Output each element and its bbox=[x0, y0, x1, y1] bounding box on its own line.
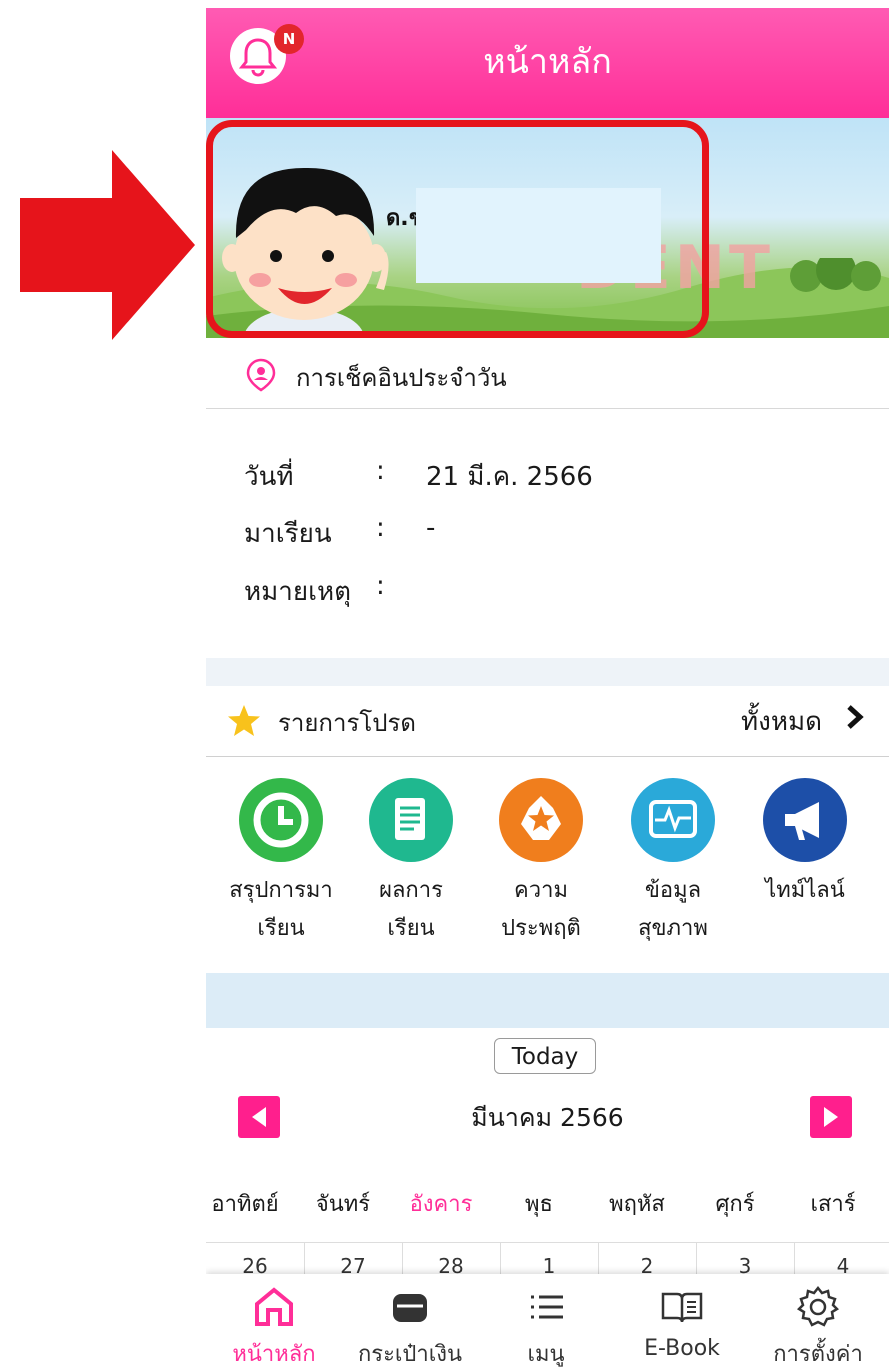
page-title: หน้าหลัก bbox=[483, 42, 612, 82]
weekday-friday: ศุกร์ bbox=[715, 1192, 755, 1217]
bottom-navigation: หน้าหลัก กระเป๋าเงิน เมนู E-Book การตั้ง… bbox=[206, 1274, 889, 1370]
attendance-label: มาเรียน bbox=[244, 519, 332, 549]
weekday-monday: จันทร์ bbox=[315, 1192, 371, 1217]
next-month-button[interactable] bbox=[810, 1096, 852, 1138]
note-label: หมายเหตุ bbox=[244, 577, 352, 607]
favorite-behavior[interactable]: ความประพฤติ bbox=[476, 778, 606, 948]
chevron-right-icon[interactable] bbox=[844, 704, 866, 730]
nav-wallet-label: กระเป๋าเงิน bbox=[357, 1342, 463, 1367]
nav-ebook-label: E-Book bbox=[644, 1336, 720, 1361]
favorite-grades[interactable]: ผลการเรียน bbox=[346, 778, 476, 948]
weekday-tuesday: อังคาร bbox=[409, 1192, 473, 1217]
favorite-label-line1: สรุปการมา bbox=[229, 878, 333, 903]
nav-menu-label: เมนู bbox=[527, 1342, 565, 1367]
gear-icon bbox=[796, 1285, 840, 1327]
favorites-see-all-link[interactable]: ทั้งหมด bbox=[741, 701, 822, 742]
nav-menu[interactable]: เมนู bbox=[478, 1274, 614, 1370]
favorite-label-line2: เรียน bbox=[257, 916, 305, 941]
megaphone-icon bbox=[763, 778, 847, 862]
section-divider-2 bbox=[206, 973, 889, 1028]
weekday-sunday: อาทิตย์ bbox=[211, 1192, 279, 1217]
star-badge-icon bbox=[499, 778, 583, 862]
favorite-label-line2: เรียน bbox=[387, 916, 435, 941]
favorite-label-line1: ไทม์ไลน์ bbox=[765, 878, 845, 903]
home-icon bbox=[255, 1287, 293, 1326]
weekday-thursday: พฤหัส bbox=[609, 1192, 665, 1217]
document-icon bbox=[369, 778, 453, 862]
note-colon: : bbox=[376, 571, 385, 601]
heartbeat-monitor-icon bbox=[631, 778, 715, 862]
highlight-box bbox=[206, 120, 709, 338]
menu-list-icon bbox=[531, 1295, 563, 1319]
date-label: วันที่ bbox=[244, 462, 294, 492]
weekday-saturday: เสาร์ bbox=[810, 1192, 856, 1217]
phone-screen: N หน้าหลัก DENT ด.ช. การเช็คอินประจำวัน … bbox=[206, 8, 889, 1370]
annotation-arrow-icon bbox=[20, 150, 195, 340]
favorite-timeline[interactable]: ไทม์ไลน์ bbox=[740, 778, 870, 910]
attendance-value: - bbox=[426, 513, 436, 543]
nav-wallet[interactable]: กระเป๋าเงิน bbox=[342, 1274, 478, 1370]
nav-settings-label: การตั้งค่า bbox=[773, 1342, 863, 1367]
app-bar: N หน้าหลัก bbox=[206, 8, 889, 118]
wallet-icon bbox=[393, 1294, 427, 1322]
favorite-label-line1: ข้อมูล bbox=[644, 878, 702, 903]
date-colon: : bbox=[376, 456, 385, 486]
calendar-grid-line bbox=[206, 1242, 889, 1243]
nav-ebook[interactable]: E-Book bbox=[614, 1274, 750, 1370]
favorite-label-line1: ความ bbox=[514, 878, 568, 903]
nav-home[interactable]: หน้าหลัก bbox=[206, 1274, 342, 1370]
favorite-label-line2: สุขภาพ bbox=[638, 916, 708, 941]
attendance-colon: : bbox=[376, 513, 385, 543]
nav-settings[interactable]: การตั้งค่า bbox=[750, 1274, 886, 1370]
triangle-right-icon bbox=[824, 1107, 838, 1127]
star-icon bbox=[228, 705, 260, 736]
location-pin-icon bbox=[246, 358, 276, 392]
favorites-title: รายการโปรด bbox=[278, 709, 416, 737]
calendar-month-label: มีนาคม 2566 bbox=[471, 1103, 624, 1132]
favorite-label-line1: ผลการ bbox=[379, 878, 443, 903]
date-value: 21 มี.ค. 2566 bbox=[426, 462, 593, 492]
nav-home-label: หน้าหลัก bbox=[232, 1342, 316, 1367]
clock-icon bbox=[239, 778, 323, 862]
favorite-health[interactable]: ข้อมูลสุขภาพ bbox=[608, 778, 738, 948]
section-divider bbox=[206, 658, 889, 686]
weekday-wednesday: พุธ bbox=[525, 1192, 553, 1217]
book-icon bbox=[661, 1292, 703, 1323]
favorite-label-line2: ประพฤติ bbox=[501, 916, 581, 941]
today-button[interactable]: Today bbox=[494, 1038, 596, 1074]
checkin-title: การเช็คอินประจำวัน bbox=[296, 364, 507, 392]
favorite-attendance-summary[interactable]: สรุปการมาเรียน bbox=[216, 778, 346, 948]
